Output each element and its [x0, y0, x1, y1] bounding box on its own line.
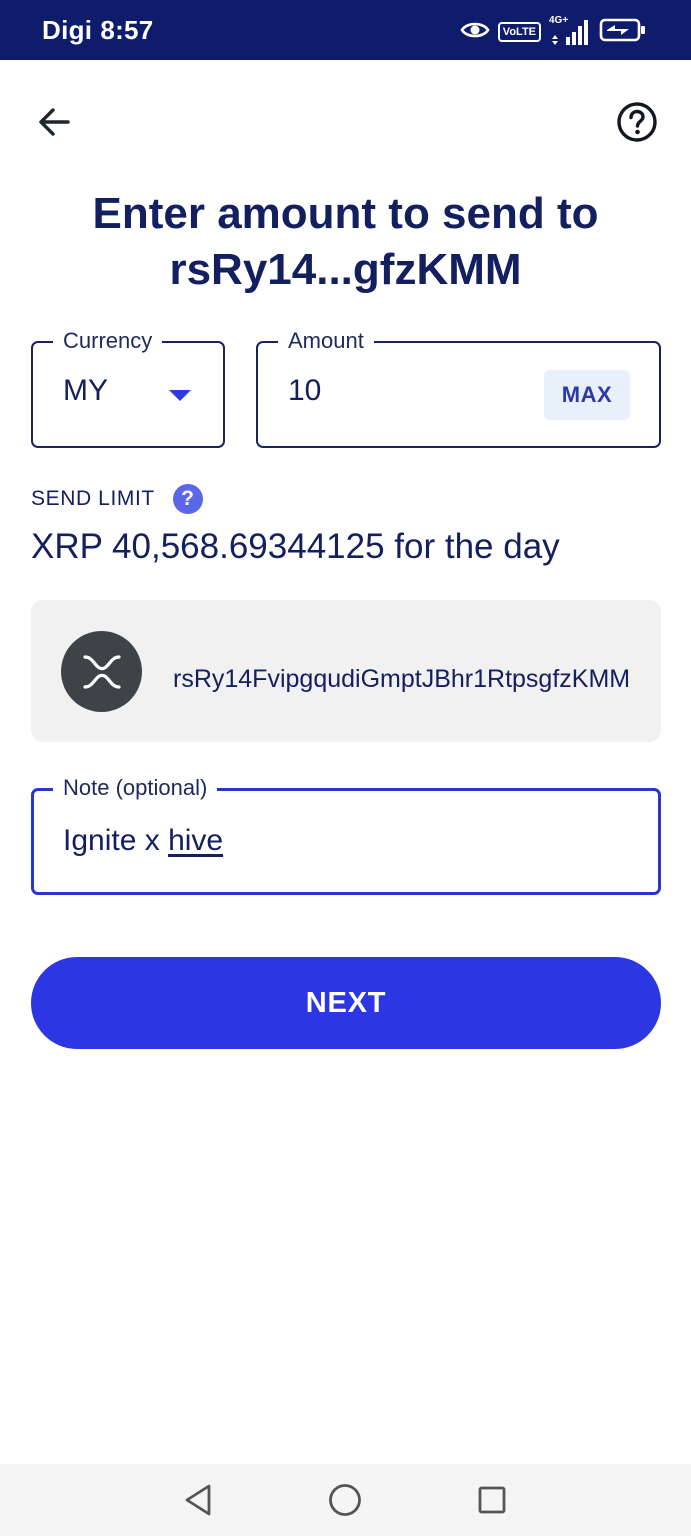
eye-icon	[460, 19, 490, 46]
send-limit-heading: SEND LIMIT ?	[31, 484, 203, 514]
help-button[interactable]	[612, 97, 662, 147]
send-limit-help-icon[interactable]: ?	[172, 484, 203, 514]
clock: 8:57	[100, 15, 154, 45]
currency-value: MY	[63, 374, 108, 407]
nav-home-button[interactable]	[323, 1478, 367, 1522]
volte-icon: VoLTE	[497, 22, 541, 42]
amount-label: Amount	[278, 328, 374, 354]
note-label: Note (optional)	[53, 775, 218, 801]
currency-select[interactable]: Currency MY	[31, 328, 225, 448]
signal-icon: 4G+	[549, 15, 591, 47]
max-button[interactable]: MAX	[544, 370, 630, 420]
chevron-down-icon	[169, 390, 191, 401]
amount-input[interactable]: Amount 10 MAX	[256, 328, 661, 448]
nav-recents-icon	[478, 1486, 506, 1514]
next-button[interactable]: NEXT	[31, 957, 661, 1049]
recipient-address: rsRy14FvipgqudiGmptJBhr1RtpsgfzKMM	[173, 665, 631, 693]
currency-label: Currency	[53, 328, 163, 354]
status-icons: VoLTE 4G+	[460, 15, 647, 48]
battery-charging-icon	[599, 17, 647, 48]
note-value: Ignite x hive	[63, 823, 223, 859]
status-left: Digi 8:57	[42, 15, 154, 46]
title-line-1: Enter amount to send to	[92, 189, 599, 238]
title-line-2: rsRy14...gfzKMM	[169, 245, 522, 294]
nav-recents-button[interactable]	[470, 1478, 514, 1522]
nav-home-icon	[329, 1484, 361, 1516]
send-limit-value: XRP 40,568.69344125 for the day	[31, 527, 560, 566]
xrp-logo-icon	[61, 631, 142, 712]
note-value-composing: hive	[168, 824, 224, 857]
status-bar: Digi 8:57 VoLTE 4G+	[0, 0, 691, 60]
nav-back-button[interactable]	[176, 1478, 220, 1522]
send-limit-label: SEND LIMIT	[31, 487, 155, 510]
page-title: Enter amount to send to rsRy14...gfzKMM	[0, 186, 691, 298]
amount-value: 10	[288, 374, 322, 407]
arrow-left-icon	[39, 108, 70, 136]
note-value-text: Ignite x	[63, 824, 169, 857]
back-button[interactable]	[30, 98, 78, 146]
recipient-card: rsRy14FvipgqudiGmptJBhr1RtpsgfzKMM	[31, 600, 661, 742]
nav-back-icon	[185, 1484, 211, 1516]
carrier-name: Digi	[42, 15, 93, 45]
question-circle-icon	[617, 102, 657, 142]
note-input[interactable]: Note (optional) Ignite x hive	[31, 775, 661, 895]
navigation-bar	[0, 1464, 691, 1536]
